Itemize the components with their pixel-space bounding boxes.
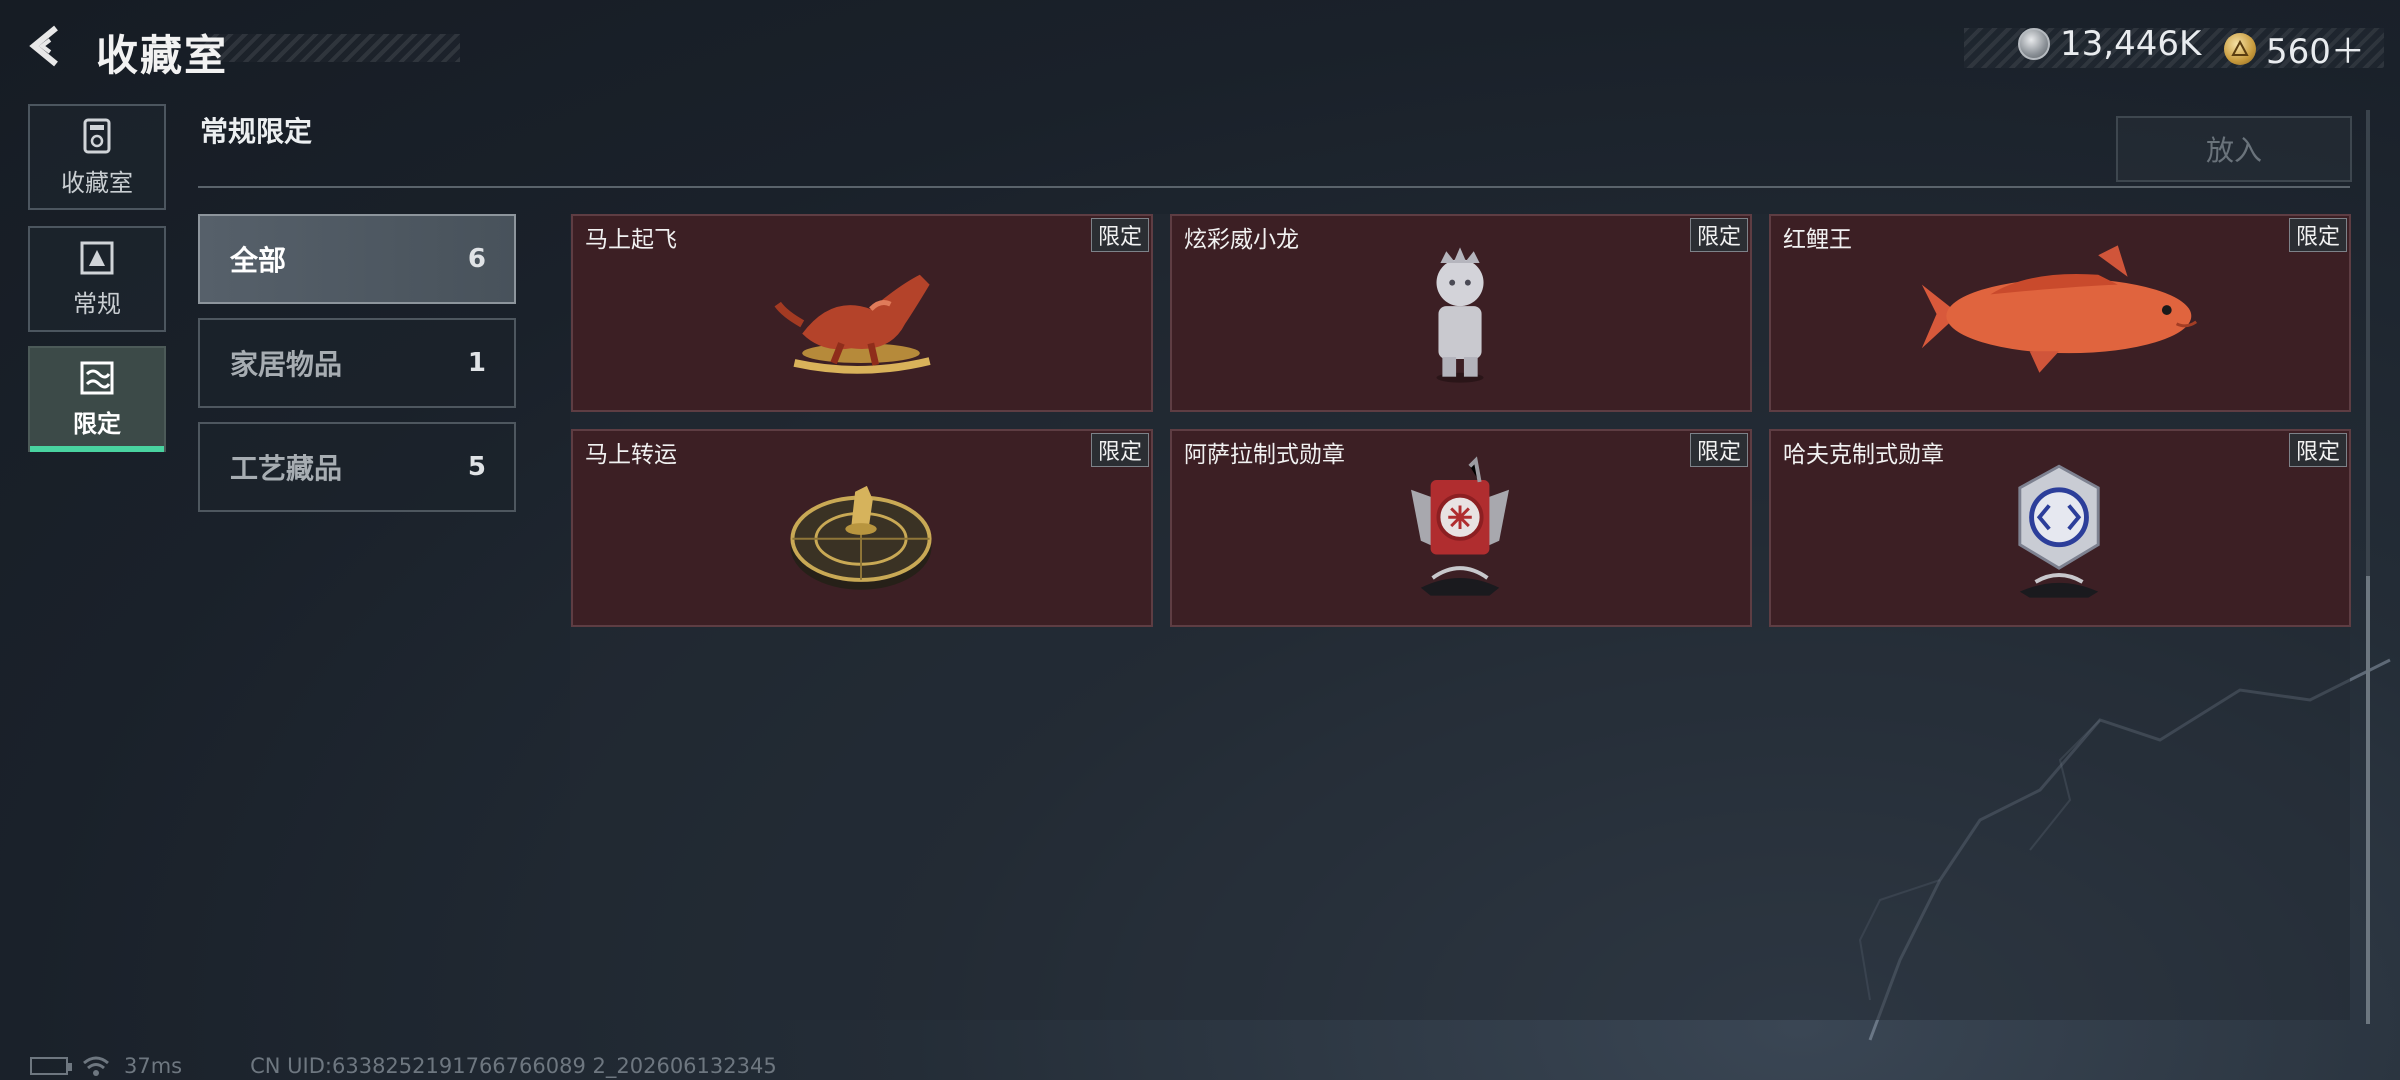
limited-tag: 限定: [1690, 433, 1748, 467]
gold-currency[interactable]: 560＋: [2224, 24, 2365, 73]
category-count: 5: [467, 452, 486, 482]
limited-tag: 限定: [2289, 433, 2347, 467]
limited-tag: 限定: [2289, 218, 2347, 252]
koi-fish-icon: [1921, 245, 2198, 373]
category-name: 全部: [230, 244, 287, 277]
item-name: 哈夫克制式勋章: [1783, 442, 1944, 468]
category-home-items[interactable]: 家居物品 1: [198, 318, 516, 408]
item-card-horse-takeoff[interactable]: 马上起飞 限定: [571, 214, 1153, 412]
item-name: 阿萨拉制式勋章: [1184, 442, 1345, 468]
section-divider: [198, 186, 2350, 188]
silver-currency[interactable]: 13,446K: [2018, 24, 2201, 64]
scrollbar-thumb[interactable]: [2366, 576, 2370, 1024]
limited-tag: 限定: [1690, 218, 1748, 252]
battery-icon: [30, 1057, 72, 1075]
regular-icon: [80, 241, 114, 274]
category-all[interactable]: 全部 6: [198, 214, 516, 304]
nav-item-collection[interactable]: 收藏室: [28, 104, 166, 210]
item-name: 红鲤王: [1783, 227, 1852, 253]
silver-coin-icon: [2018, 28, 2050, 60]
item-name: 马上转运: [585, 442, 677, 468]
page-title: 收藏室: [96, 31, 229, 80]
put-in-button[interactable]: 放入: [2116, 116, 2352, 182]
ping-value: 37ms: [124, 1054, 183, 1078]
item-card-haavk-medal[interactable]: 哈夫克制式勋章 限定: [1769, 429, 2351, 627]
limited-tag: 限定: [1091, 218, 1149, 252]
title-decoration: [200, 34, 460, 62]
limited-tag: 限定: [1091, 433, 1149, 467]
uid-text: CN UID:6338252191766766089 2_20260613234…: [250, 1054, 777, 1078]
category-name: 家居物品: [230, 348, 343, 381]
category-count: 1: [467, 348, 486, 378]
gold-currency-value: 560＋: [2266, 32, 2365, 72]
item-card-dragon[interactable]: 炫彩威小龙 限定: [1170, 214, 1752, 412]
nav-item-label: 限定: [73, 409, 121, 438]
gold-coin-icon: [2224, 32, 2256, 65]
category-craft-items[interactable]: 工艺藏品 5: [198, 422, 516, 512]
nav-item-limited[interactable]: 限定: [28, 346, 166, 452]
item-name: 炫彩威小龙: [1184, 227, 1299, 253]
item-card-asala-medal[interactable]: 阿萨拉制式勋章 限定: [1170, 429, 1752, 627]
silver-currency-value: 13,446K: [2060, 24, 2202, 64]
section-title: 常规限定: [200, 115, 313, 148]
item-card-koi-king[interactable]: 红鲤王 限定: [1769, 214, 2351, 412]
wifi-icon: [83, 1056, 109, 1076]
back-button[interactable]: [24, 22, 72, 70]
category-count: 6: [467, 244, 486, 274]
nav-item-regular[interactable]: 常规: [28, 226, 166, 332]
status-footer: 37ms CN UID:6338252191766766089 2_202606…: [30, 1054, 777, 1078]
collection-icon: [83, 118, 111, 153]
category-name: 工艺藏品: [230, 452, 343, 485]
item-card-horse-luck[interactable]: 马上转运 限定: [571, 429, 1153, 627]
back-arrow-icon: [29, 25, 58, 67]
limited-icon: [80, 361, 114, 394]
nav-item-label: 收藏室: [61, 168, 133, 197]
item-name: 马上起飞: [585, 227, 677, 253]
nav-item-label: 常规: [73, 289, 121, 318]
